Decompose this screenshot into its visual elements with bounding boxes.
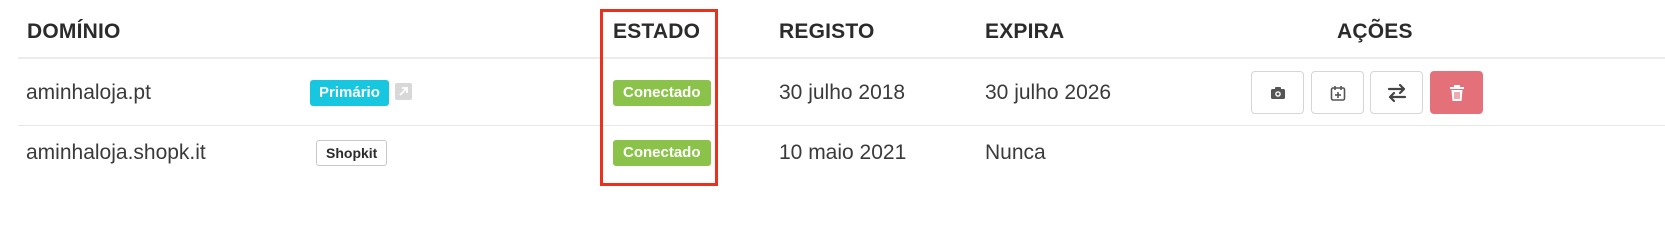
status-badge: Conectado — [613, 140, 711, 166]
column-header-registered[interactable]: REGISTO — [779, 20, 875, 44]
external-link-icon[interactable] — [395, 83, 412, 100]
primary-badge: Primário — [310, 80, 389, 106]
column-header-status[interactable]: ESTADO — [613, 20, 700, 44]
transfer-icon — [1387, 83, 1406, 102]
domains-table: DOMÍNIO ESTADO REGISTO EXPIRA AÇÕES amin… — [0, 0, 1665, 209]
registered-date: 30 julho 2018 — [779, 81, 906, 104]
calendar-add-icon — [1330, 85, 1345, 101]
expiry-date: Nunca — [985, 141, 1046, 164]
delete-button[interactable] — [1430, 71, 1483, 114]
shopkit-badge: Shopkit — [316, 140, 388, 166]
status-badge: Conectado — [613, 80, 711, 106]
registered-date: 10 maio 2021 — [779, 141, 907, 164]
column-header-expires[interactable]: EXPIRA — [985, 20, 1064, 44]
transfer-button[interactable] — [1370, 71, 1423, 114]
domain-name[interactable]: aminhaloja.pt — [26, 81, 151, 105]
dns-settings-button[interactable] — [1251, 71, 1304, 114]
row-divider — [18, 125, 1665, 126]
domain-name[interactable]: aminhaloja.shopk.it — [26, 141, 206, 165]
column-header-actions: AÇÕES — [1337, 20, 1413, 43]
camera-icon — [1270, 86, 1285, 99]
column-header-domain[interactable]: DOMÍNIO — [27, 20, 121, 44]
expiry-date: 30 julho 2026 — [985, 81, 1112, 104]
trash-icon — [1449, 84, 1464, 101]
header-divider — [18, 57, 1665, 59]
renew-button[interactable] — [1311, 71, 1364, 114]
